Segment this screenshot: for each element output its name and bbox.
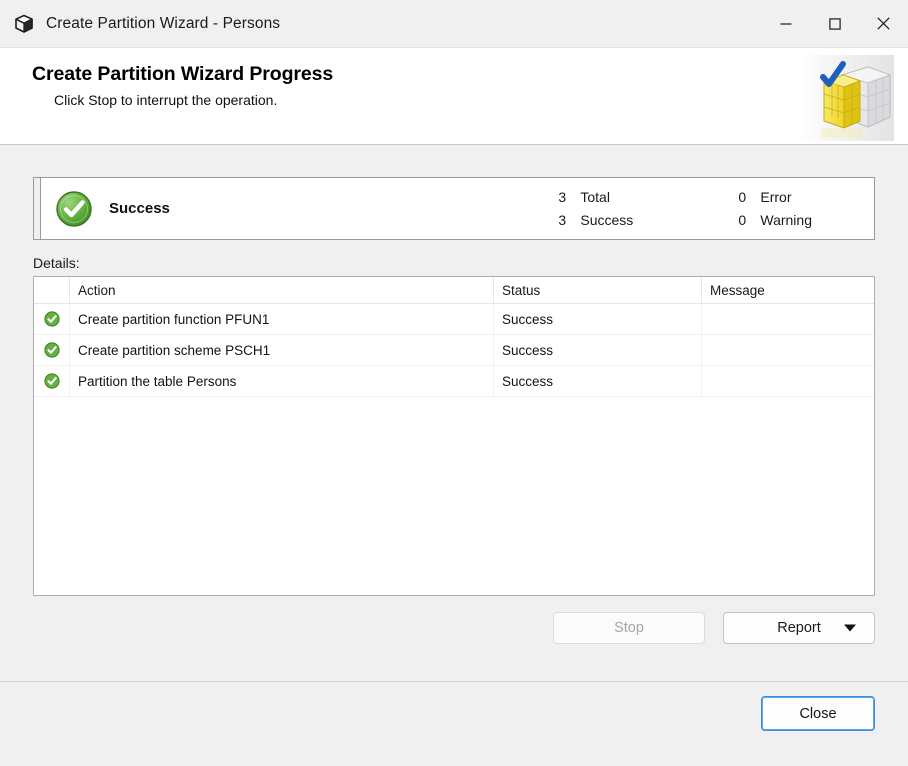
chevron-down-icon[interactable] [844, 624, 856, 632]
success-check-icon [43, 311, 60, 327]
row-status-icon-cell [34, 335, 70, 365]
stat-success-label: Success [580, 212, 634, 228]
row-action: Create partition scheme PSCH1 [70, 335, 494, 365]
title-bar-left: Create Partition Wizard - Persons [0, 13, 280, 35]
column-header-message[interactable]: Message [702, 277, 874, 303]
table-row[interactable]: Create partition function PFUN1 Success [34, 304, 874, 335]
column-header-action[interactable]: Action [70, 277, 494, 303]
row-status-icon-cell [34, 304, 70, 334]
status-badge: Success [109, 200, 170, 217]
row-status: Success [494, 335, 702, 365]
stat-success-count: 3 [558, 212, 567, 228]
status-summary-panel: Success 3 Total 3 Success 0 Error 0 Warn… [33, 177, 875, 240]
cube-icon [13, 13, 35, 35]
row-action: Create partition function PFUN1 [70, 304, 494, 334]
stop-button[interactable]: Stop [553, 612, 705, 644]
row-action: Partition the table Persons [70, 366, 494, 396]
summary-accent-bar [34, 178, 41, 239]
row-message [702, 335, 874, 365]
content-area: Success 3 Total 3 Success 0 Error 0 Warn… [0, 145, 908, 681]
window-controls [761, 0, 908, 47]
stat-warning: 0 Warning [738, 212, 812, 228]
stat-success: 3 Success [558, 212, 738, 228]
success-check-icon [43, 342, 60, 358]
minimize-button[interactable] [761, 0, 810, 47]
summary-stats: 3 Total 3 Success 0 Error 0 Warning [558, 189, 874, 228]
title-bar: Create Partition Wizard - Persons [0, 0, 908, 47]
stat-error: 0 Error [738, 189, 812, 205]
success-check-icon [43, 373, 60, 389]
success-check-icon [55, 190, 93, 228]
table-row[interactable]: Partition the table Persons Success [34, 366, 874, 397]
row-message [702, 366, 874, 396]
row-message [702, 304, 874, 334]
summary-stats-column-left: 3 Total 3 Success [558, 189, 738, 228]
report-button[interactable]: Report [723, 612, 875, 644]
stat-warning-label: Warning [760, 212, 812, 228]
stat-error-count: 0 [738, 189, 747, 205]
table-row[interactable]: Create partition scheme PSCH1 Success [34, 335, 874, 366]
wizard-header-banner: Create Partition Wizard Progress Click S… [0, 47, 908, 145]
row-status: Success [494, 366, 702, 396]
stat-total-count: 3 [558, 189, 567, 205]
window-title: Create Partition Wizard - Persons [46, 14, 281, 32]
create-partition-wizard-window: Create Partition Wizard - Persons Create… [0, 0, 908, 766]
action-buttons: Stop Report [553, 612, 875, 644]
column-header-status[interactable]: Status [494, 277, 702, 303]
report-button-label: Report [777, 620, 821, 636]
row-status-icon-cell [34, 366, 70, 396]
dialog-footer: Close [0, 681, 908, 766]
page-subtitle: Click Stop to interrupt the operation. [54, 92, 278, 108]
page-title: Create Partition Wizard Progress [32, 63, 334, 85]
details-table[interactable]: Action Status Message Create partition f… [33, 276, 875, 596]
stat-total-label: Total [580, 189, 610, 205]
stat-warning-count: 0 [738, 212, 747, 228]
row-status: Success [494, 304, 702, 334]
stat-error-label: Error [760, 189, 792, 205]
stat-total: 3 Total [558, 189, 738, 205]
partition-blocks-check-icon [798, 55, 894, 141]
summary-stats-column-right: 0 Error 0 Warning [738, 189, 812, 228]
column-header-icon[interactable] [34, 277, 70, 303]
table-header-row: Action Status Message [34, 277, 874, 304]
maximize-button[interactable] [810, 0, 859, 47]
close-dialog-button[interactable]: Close [761, 696, 875, 731]
details-label: Details: [33, 255, 80, 271]
close-button[interactable] [859, 0, 908, 47]
